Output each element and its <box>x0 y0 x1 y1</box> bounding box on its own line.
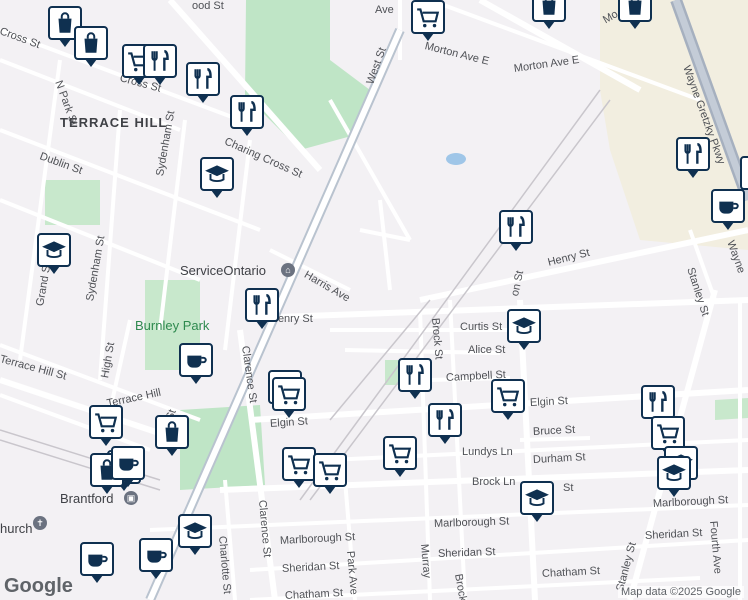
place-label[interactable]: ServiceOntario <box>180 263 266 278</box>
map-canvas[interactable]: TERRACE HILL Burnley Park ServiceOntario… <box>0 0 748 600</box>
street-label: Elgin St <box>529 395 569 409</box>
street-label: Bruce St <box>532 423 576 438</box>
place-label[interactable]: hurch <box>0 521 33 536</box>
coffee-cup-icon[interactable] <box>711 189 745 223</box>
shopping-cart-icon[interactable] <box>491 379 525 413</box>
shopping-bag-icon[interactable] <box>74 26 108 60</box>
graduation-cap-icon[interactable] <box>657 456 691 490</box>
street-label: St <box>563 482 574 494</box>
street-label: Ave <box>375 4 394 16</box>
street-label: Sheridan St <box>437 545 496 560</box>
map-base <box>0 0 748 600</box>
coffee-cup-icon[interactable] <box>111 446 145 480</box>
graduation-cap-icon[interactable] <box>520 481 554 515</box>
shopping-bag-icon[interactable] <box>532 0 566 22</box>
street-label: Lundys Ln <box>462 446 513 458</box>
church-icon[interactable]: ✝ <box>33 516 47 530</box>
graduation-cap-icon[interactable] <box>37 233 71 267</box>
fork-knife-icon[interactable] <box>230 95 264 129</box>
fork-knife-icon[interactable] <box>641 385 675 419</box>
graduation-cap-icon[interactable] <box>507 309 541 343</box>
coffee-cup-icon[interactable] <box>139 538 173 572</box>
coffee-cup-icon[interactable] <box>179 343 213 377</box>
graduation-cap-icon[interactable] <box>200 157 234 191</box>
fork-knife-icon[interactable] <box>143 44 177 78</box>
street-label: Curtis St <box>460 321 503 333</box>
shopping-cart-icon[interactable] <box>89 405 123 439</box>
fork-knife-icon[interactable] <box>676 137 710 171</box>
shopping-cart-icon[interactable] <box>383 436 417 470</box>
shopping-cart-icon[interactable] <box>411 0 445 34</box>
shopping-cart-icon[interactable] <box>282 447 316 481</box>
shopping-cart-icon[interactable] <box>313 453 347 487</box>
fork-knife-icon[interactable] <box>428 403 462 437</box>
street-label: Chatham St <box>284 586 344 600</box>
shopping-cart-icon[interactable] <box>651 416 685 450</box>
street-label: Alice St <box>468 344 506 356</box>
fork-knife-icon[interactable] <box>186 62 220 96</box>
coffee-cup-icon[interactable] <box>80 542 114 576</box>
map-attribution[interactable]: Map data ©2025 Google <box>617 586 744 598</box>
street-label: Brock Ln <box>472 476 516 488</box>
fork-knife-icon[interactable] <box>499 210 533 244</box>
park-label: Burnley Park <box>135 318 210 333</box>
google-logo[interactable]: Google <box>4 575 73 598</box>
train-station-icon[interactable]: ▣ <box>124 491 138 505</box>
shopping-bag-icon[interactable] <box>155 415 189 449</box>
shopping-cart-icon[interactable] <box>272 377 306 411</box>
street-label: ood St <box>192 0 224 12</box>
fork-knife-icon[interactable] <box>398 358 432 392</box>
fork-knife-icon[interactable] <box>245 288 279 322</box>
graduation-cap-icon[interactable] <box>178 514 212 548</box>
coffee-cup-icon[interactable] <box>740 156 748 190</box>
shopping-bag-icon[interactable] <box>618 0 652 22</box>
government-building-icon[interactable]: ⌂ <box>281 263 295 277</box>
